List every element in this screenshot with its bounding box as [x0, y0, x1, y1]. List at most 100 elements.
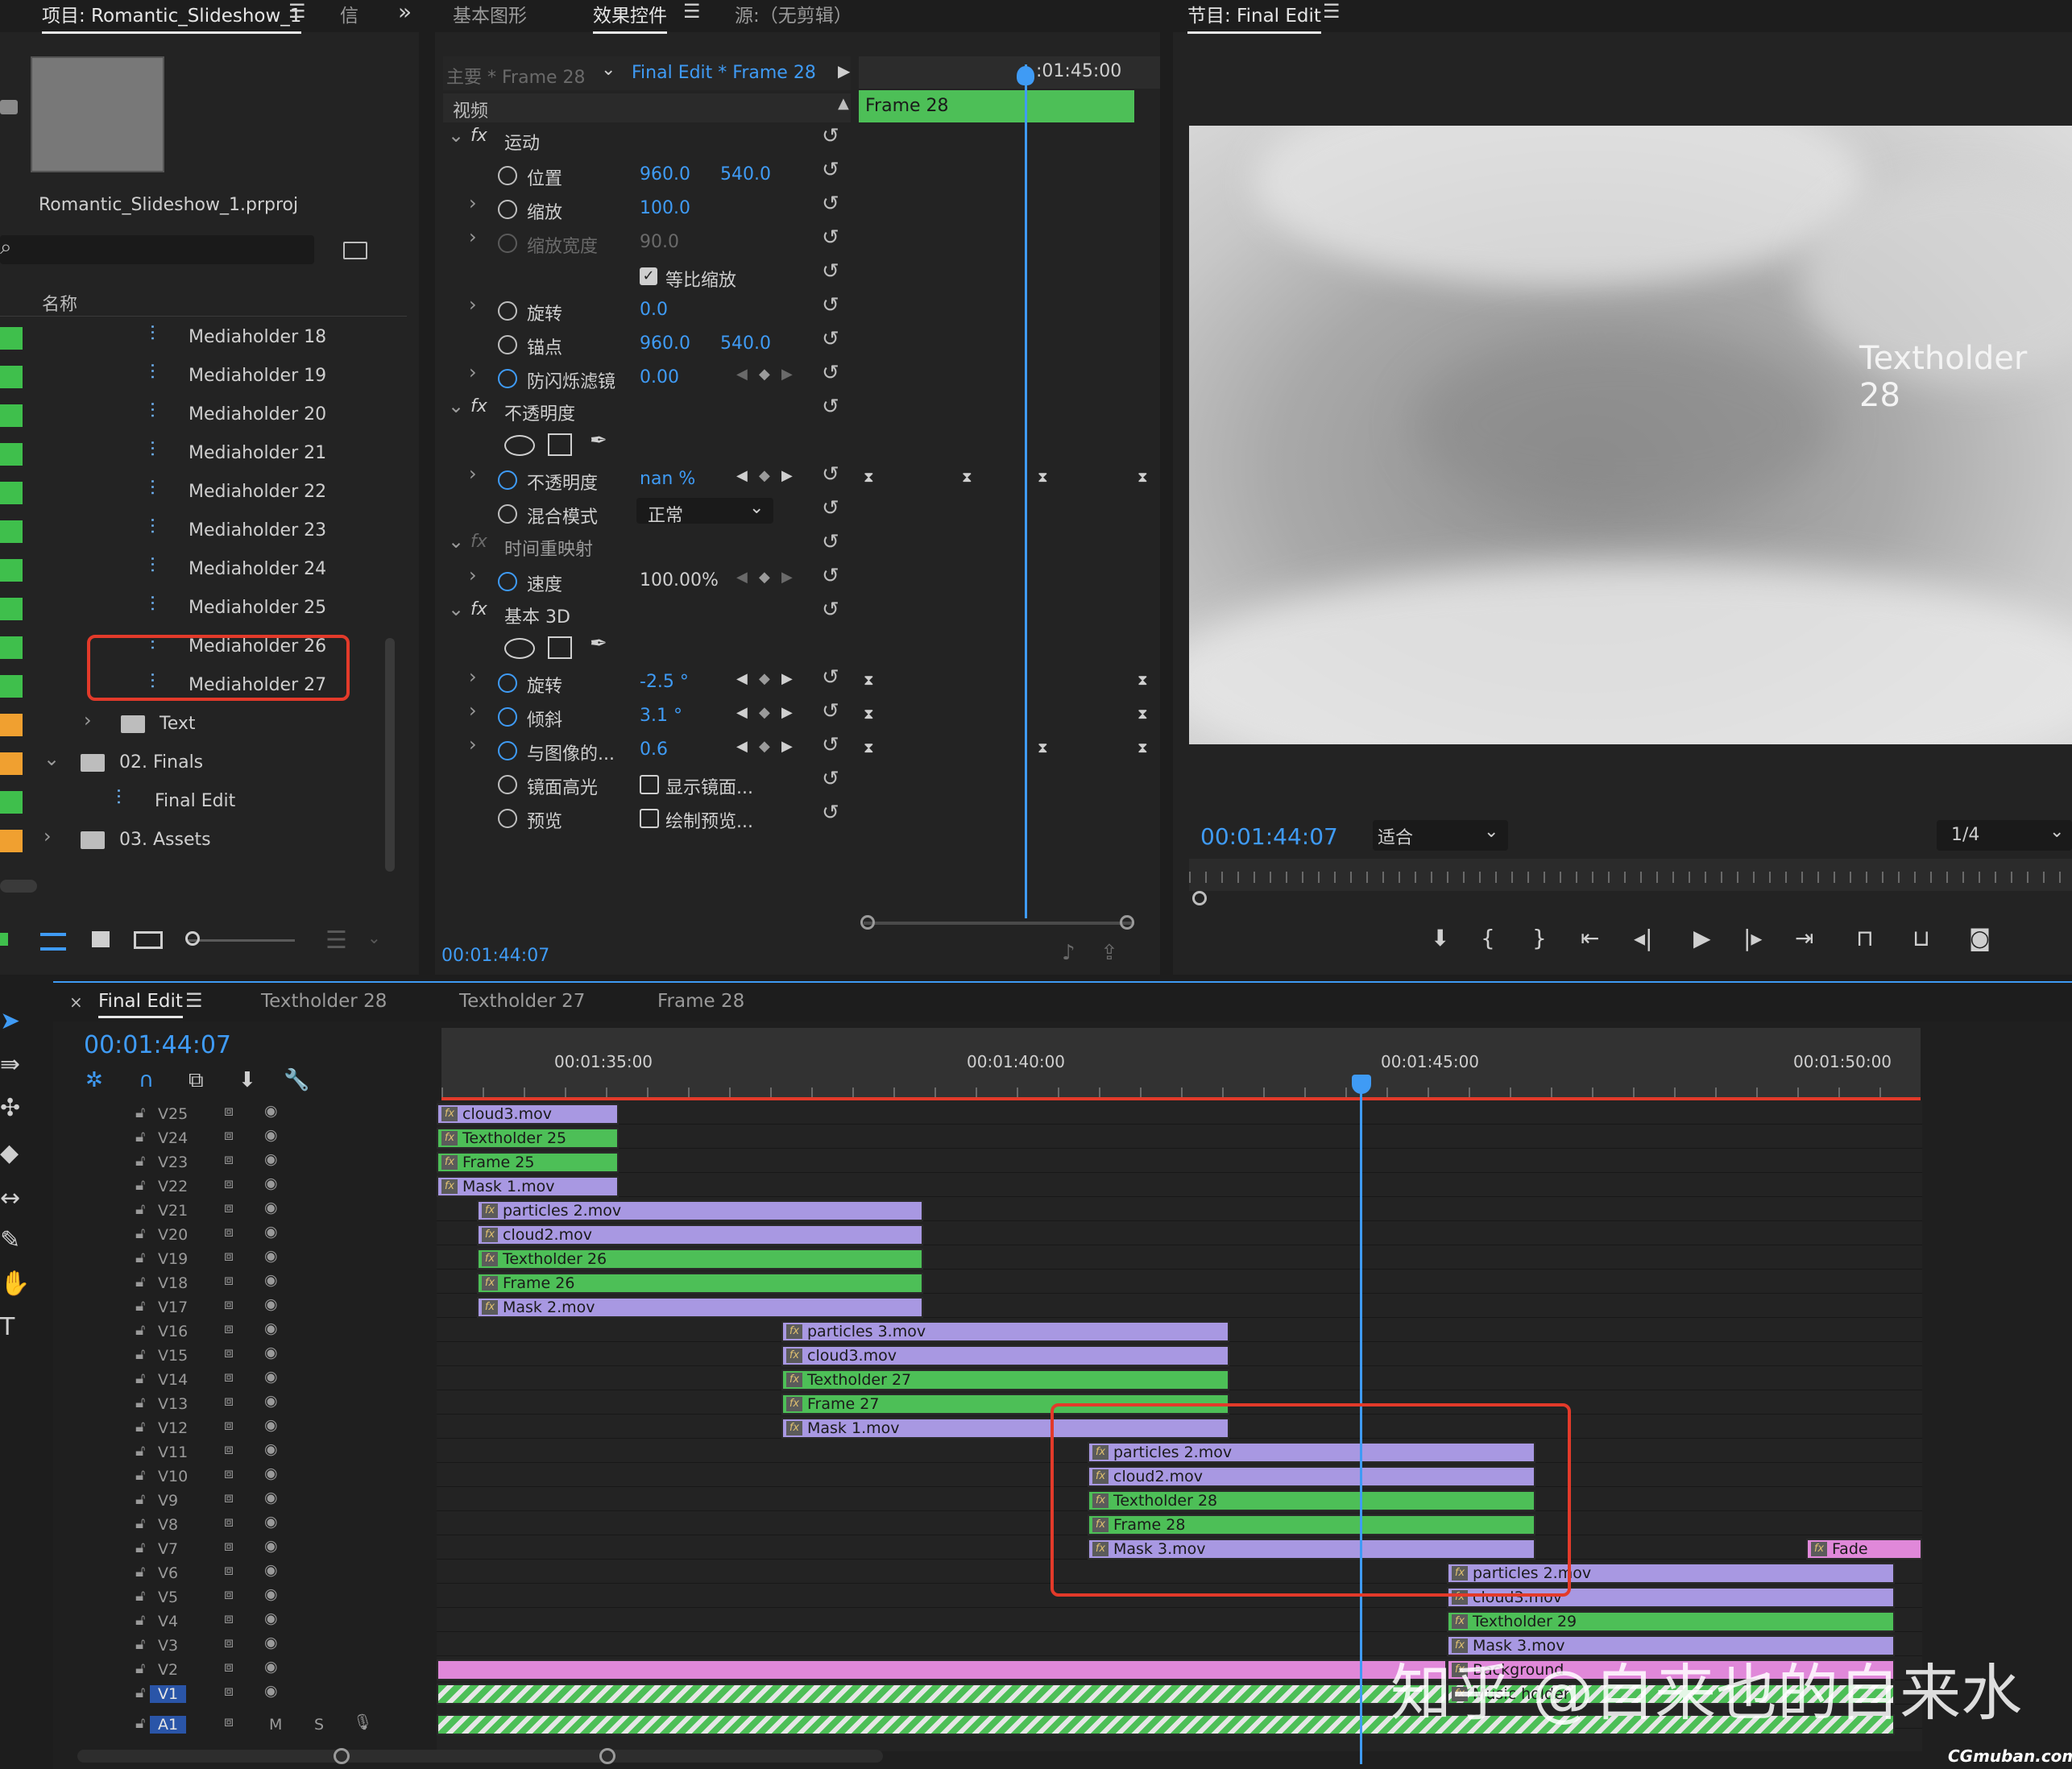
reset-icon[interactable]: ↺ — [822, 226, 839, 250]
stopwatch-icon[interactable] — [498, 504, 517, 524]
reset-icon[interactable]: ↺ — [822, 699, 839, 723]
search-input[interactable] — [0, 235, 314, 264]
stopwatch-icon[interactable] — [498, 166, 517, 185]
next-keyframe-icon[interactable]: ▶ — [781, 738, 793, 755]
lock-icon[interactable] — [0, 933, 8, 946]
chevron-right-icon[interactable]: › — [469, 192, 477, 214]
checkbox[interactable] — [640, 775, 659, 794]
stopwatch-icon[interactable] — [498, 707, 517, 727]
stopwatch-icon[interactable] — [498, 673, 517, 693]
reset-icon[interactable]: ↺ — [822, 124, 839, 148]
mark-out-icon[interactable]: } — [1532, 925, 1547, 951]
keyframe-marker[interactable]: ⧗ — [962, 469, 972, 486]
tab-info[interactable]: 信 — [340, 0, 358, 27]
stopwatch-icon[interactable] — [498, 741, 517, 760]
prev-keyframe-icon[interactable]: ◀ — [736, 366, 748, 383]
timeline-clip[interactable]: fx Textholder 25 — [437, 1128, 619, 1149]
export-icon[interactable]: ⇪ — [1100, 941, 1118, 965]
list-item[interactable]: ⫶ Mediaholder 23 — [0, 512, 395, 551]
fx-time-remap[interactable]: ⌄ fx 时间重映射 ↺ — [435, 528, 1160, 562]
prop-preview[interactable]: 预览 绘制预览... ↺ — [435, 799, 1160, 833]
timeline-clip-music[interactable] — [437, 1684, 1447, 1705]
pen-mask-icon[interactable]: ✒ — [590, 429, 607, 453]
stopwatch-icon[interactable] — [498, 335, 517, 354]
reset-icon[interactable]: ↺ — [822, 496, 839, 520]
timeline-clip[interactable]: fx Mask 1.mov — [437, 1176, 619, 1197]
list-item[interactable]: ⌄ 02. Finals — [0, 744, 395, 783]
keyframe-marker[interactable]: ⧗ — [1138, 740, 1148, 756]
list-item[interactable]: ⫶ Final Edit — [0, 783, 395, 822]
lift-icon[interactable]: ⊓ — [1856, 925, 1874, 951]
timeline-clip[interactable]: fx Frame 25 — [437, 1152, 619, 1173]
checkbox[interactable]: ✓ — [640, 267, 657, 285]
timeline-clip[interactable]: fx Textholder 26 — [477, 1249, 923, 1270]
stopwatch-icon[interactable] — [498, 775, 517, 794]
chevron-right-icon[interactable]: › — [44, 825, 52, 847]
reset-icon[interactable]: ↺ — [822, 259, 839, 284]
go-to-in-icon[interactable]: ⇤ — [1581, 925, 1599, 951]
overflow-chevron-icon[interactable]: » — [398, 0, 412, 25]
list-item[interactable]: ⫶ Mediaholder 21 — [0, 435, 395, 474]
fx-motion[interactable]: ⌄ fx 运动 ↺ — [435, 122, 1160, 156]
timeline-clip[interactable]: fx Frame 26 — [477, 1273, 923, 1294]
property-value[interactable]: 0.0 — [640, 300, 668, 320]
timeline-clip-background[interactable] — [437, 1659, 1447, 1680]
pen-mask-icon[interactable]: ✒ — [590, 632, 607, 656]
list-item[interactable]: ⫶ Mediaholder 24 — [0, 551, 395, 590]
export-frame-icon[interactable]: ◙ — [1969, 925, 1991, 951]
zoom-slider-handle[interactable] — [185, 931, 200, 946]
timeline-clip[interactable]: fx cloud3.mov — [781, 1345, 1229, 1366]
zoom-handle-right[interactable] — [599, 1748, 615, 1764]
timeline-clip[interactable]: fx Fade — [1806, 1539, 1922, 1560]
scrubber-playhead[interactable] — [1192, 891, 1207, 905]
prev-keyframe-icon[interactable]: ◀ — [736, 569, 748, 586]
zoom-handle-left[interactable] — [334, 1748, 350, 1764]
property-value[interactable]: nan % — [640, 469, 695, 489]
keyframe-marker[interactable]: ⧗ — [1038, 740, 1048, 756]
property-value[interactable]: 100.00% — [640, 570, 719, 590]
prop-3d-rotate[interactable]: › 旋转 -2.5 ° ◀ ◆ ▶ ↺ ⧗ ⧗ — [435, 664, 1160, 698]
new-bin-icon[interactable] — [343, 242, 367, 259]
chevron-right-icon[interactable]: › — [469, 564, 477, 586]
program-timecode[interactable]: 00:01:44:07 — [1200, 823, 1338, 850]
property-value[interactable]: 3.1 ° — [640, 706, 682, 726]
timeline-clip[interactable]: fx particles 2.mov — [477, 1200, 923, 1221]
chevron-right-icon[interactable]: › — [469, 361, 477, 383]
list-item[interactable]: ⫶ Mediaholder 22 — [0, 474, 395, 512]
play-only-clip-icon[interactable]: ▶ — [838, 61, 850, 81]
menu-icon[interactable]: ☰ — [1323, 0, 1341, 23]
timeline-hscroll[interactable] — [77, 1750, 883, 1763]
prop-rotation[interactable]: › 旋转 0.0 ↺ — [435, 292, 1160, 325]
fit-dropdown[interactable]: 适合 ⌄ — [1373, 820, 1508, 851]
property-value[interactable]: 540.0 — [720, 334, 771, 354]
track-select-icon[interactable]: ⇛ — [0, 1050, 20, 1079]
property-value[interactable]: 100.0 — [640, 198, 690, 218]
stopwatch-icon[interactable] — [498, 369, 517, 388]
stopwatch-icon[interactable] — [498, 470, 517, 490]
property-value[interactable]: 0.00 — [640, 367, 679, 387]
slip-tool-icon[interactable]: ↔ — [0, 1184, 20, 1212]
reset-icon[interactable]: ↺ — [822, 801, 839, 825]
list-item[interactable]: ⫶ Mediaholder 20 — [0, 396, 395, 435]
prop-anchor[interactable]: 锚点 960.0 540.0 ↺ — [435, 325, 1160, 359]
reset-icon[interactable]: ↺ — [822, 733, 839, 757]
effects-current-time[interactable]: 00:01:44:07 — [441, 946, 549, 966]
sequence-clip-label[interactable]: Final Edit * Frame 28 — [632, 63, 816, 83]
chevron-right-icon[interactable]: › — [469, 462, 477, 485]
prev-keyframe-icon[interactable]: ◀ — [736, 704, 748, 721]
prev-keyframe-icon[interactable]: ◀ — [736, 670, 748, 687]
scrollbar[interactable] — [385, 638, 395, 872]
effects-hscroll[interactable] — [864, 922, 1134, 925]
prev-keyframe-icon[interactable]: ◀ — [736, 467, 748, 484]
fx-basic-3d[interactable]: ⌄ fx 基本 3D ↺ — [435, 596, 1160, 630]
next-keyframe-icon[interactable]: ▶ — [781, 670, 793, 687]
tab-program[interactable]: 节目: Final Edit — [1187, 0, 1321, 34]
chevron-down-icon[interactable]: ⌄ — [448, 124, 464, 147]
chevron-right-icon[interactable]: › — [469, 665, 477, 688]
freeform-view-icon[interactable] — [134, 931, 163, 949]
list-item[interactable]: ⫶ Mediaholder 19 — [0, 358, 395, 396]
prop-speed[interactable]: › 速度 100.00% ◀ ◆ ▶ ↺ — [435, 562, 1160, 596]
mask-tools[interactable]: ✒ — [435, 427, 1160, 461]
sort-icon[interactable]: ☰ — [325, 926, 347, 955]
chevron-down-icon[interactable]: ⌄ — [448, 530, 464, 553]
